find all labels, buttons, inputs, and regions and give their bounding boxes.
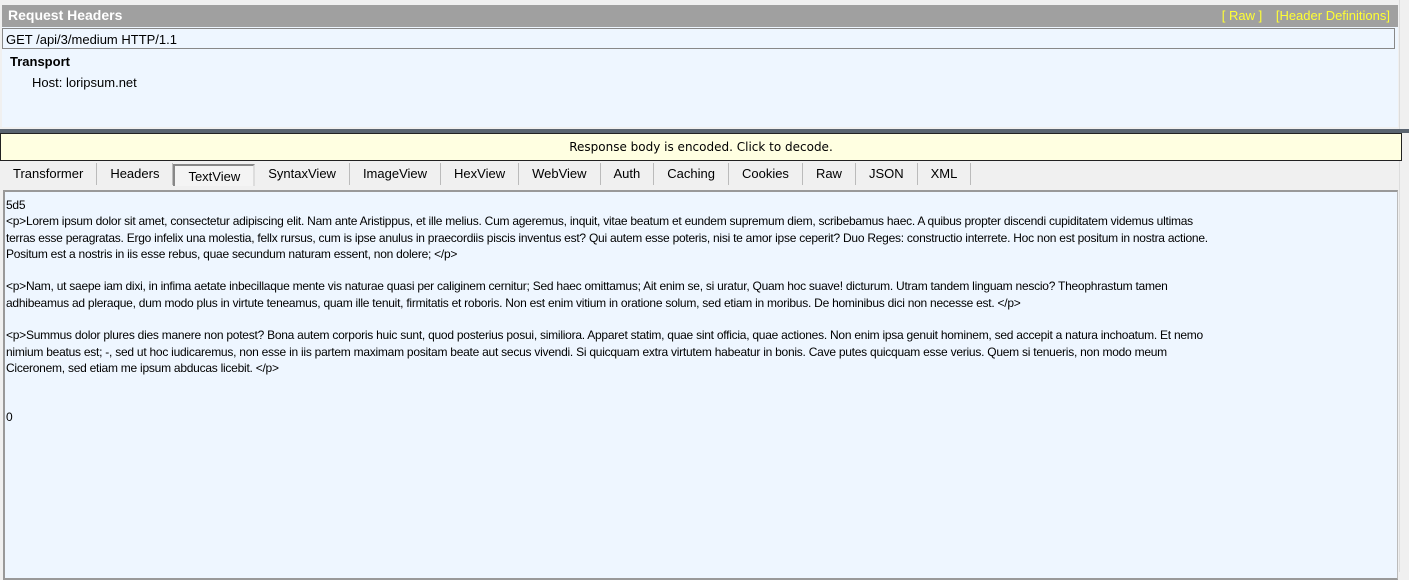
response-tabs: Transformer Headers TextView SyntaxView Imag… <box>0 163 972 187</box>
body-line: adhibeamus ad pleraque, dum modo plus in… <box>6 295 1021 310</box>
tab-textview[interactable]: TextView <box>173 164 256 186</box>
decode-banner[interactable]: Response body is encoded. Click to decod… <box>0 133 1402 161</box>
header-group-transport[interactable]: Transport <box>10 54 70 69</box>
body-line: <p>Nam, ut saepe iam dixi, in infima aet… <box>6 279 1168 294</box>
body-line <box>6 393 1208 409</box>
tab-transformer[interactable]: Transformer <box>0 163 98 185</box>
tab-caching[interactable]: Caching <box>654 163 729 185</box>
body-line: 5d5 <box>6 198 26 212</box>
tab-syntaxview[interactable]: SyntaxView <box>255 163 350 185</box>
tab-raw[interactable]: Raw <box>803 163 856 185</box>
body-line <box>6 262 1208 278</box>
request-headers-titlebar: Request Headers [ Raw ] [Header Definiti… <box>2 5 1398 27</box>
body-line: <p>Summus dolor plures dies manere non p… <box>6 328 1203 343</box>
tab-auth[interactable]: Auth <box>601 163 655 185</box>
header-links: [ Raw ] [Header Definitions] <box>1212 8 1390 23</box>
tab-imageview[interactable]: ImageView <box>350 163 442 185</box>
body-line: Ciceronem, sed etiam me ipsum abducas li… <box>6 360 279 375</box>
request-headers-title: Request Headers <box>8 7 123 23</box>
header-host[interactable]: Host: loripsum.net <box>32 75 137 90</box>
body-line: 0 <box>6 409 13 424</box>
response-body: 5d5 <p>Lorem ipsum dolor sit amet, consec… <box>6 197 1208 425</box>
request-line[interactable]: GET /api/3/medium HTTP/1.1 <box>2 28 1395 49</box>
tab-webview[interactable]: WebView <box>519 163 601 185</box>
body-line: terras esse peragratas. Ergo infelix una… <box>6 230 1208 245</box>
tab-headers[interactable]: Headers <box>97 163 174 185</box>
body-line <box>6 311 1208 327</box>
right-edge-scrollbar[interactable] <box>1399 0 1409 572</box>
tab-json[interactable]: JSON <box>856 163 918 185</box>
body-line: nimium beatus est; -, sed ut hoc iudicar… <box>6 344 1167 359</box>
tab-hexview[interactable]: HexView <box>441 163 520 185</box>
request-headers-pane: GET /api/3/medium HTTP/1.1 Transport Hos… <box>2 27 1398 127</box>
response-textview[interactable]: 5d5 <p>Lorem ipsum dolor sit amet, consec… <box>3 190 1398 580</box>
tab-cookies[interactable]: Cookies <box>729 163 803 185</box>
raw-link[interactable]: [ Raw ] <box>1222 8 1262 23</box>
header-definitions-link[interactable]: [Header Definitions] <box>1276 8 1390 23</box>
body-line: <p>Lorem ipsum dolor sit amet, consectet… <box>6 214 1193 229</box>
body-line <box>6 376 1208 392</box>
tab-xml[interactable]: XML <box>918 163 972 185</box>
body-line: Positum est a nostris in iis esse rebus,… <box>6 246 458 261</box>
